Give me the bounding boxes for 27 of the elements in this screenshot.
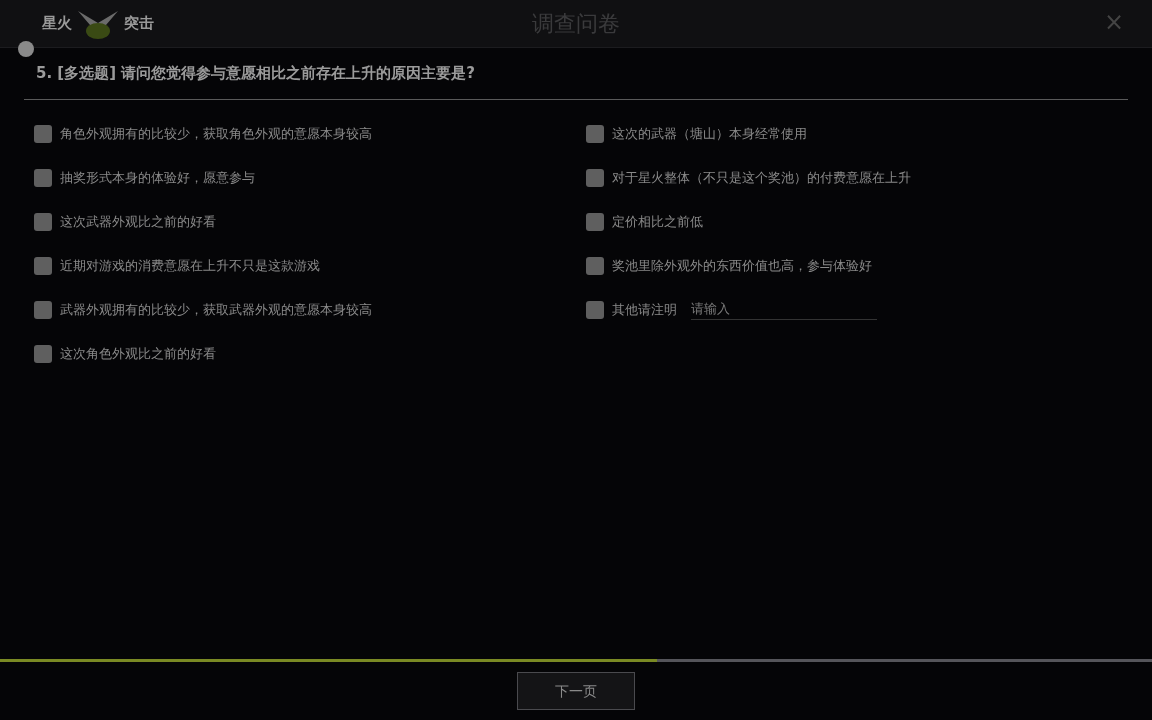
question-text: 5. [多选题] 请问您觉得参与意愿相比之前存在上升的原因主要是? (24, 48, 1128, 100)
checkbox[interactable] (586, 212, 604, 231)
option-label: 武器外观拥有的比较少，获取武器外观的意愿本身较高 (60, 300, 372, 319)
option-label: 这次武器外观比之前的好看 (60, 212, 216, 231)
option-label: 这次的武器（塘山）本身经常使用 (612, 124, 807, 143)
checkbox[interactable] (586, 124, 604, 143)
input-field[interactable]: 请输入 (691, 299, 877, 320)
checkbox[interactable] (586, 168, 604, 187)
option-label: 角色外观拥有的比较少，获取角色外观的意愿本身较高 (60, 124, 372, 143)
checkbox[interactable] (34, 344, 52, 363)
option-label: 其他请注明 (612, 300, 677, 319)
option-label: 定价相比之前低 (612, 212, 703, 231)
checkbox[interactable] (34, 300, 52, 319)
checkbox[interactable] (586, 300, 604, 319)
logo-text: 突击 (124, 13, 154, 35)
option-label: 这次角色外观比之前的好看 (60, 344, 216, 363)
next-button[interactable]: 下一页 (517, 672, 635, 710)
checkbox[interactable] (34, 124, 52, 143)
checkbox[interactable] (34, 212, 52, 231)
checkbox[interactable] (586, 256, 604, 275)
logo-text: 星火 (42, 13, 72, 35)
option-label: 对于星火整体（不只是这个奖池）的付费意愿在上升 (612, 168, 911, 187)
checkbox[interactable] (34, 168, 52, 187)
option-label: 近期对游戏的消费意愿在上升不只是这款游戏 (60, 256, 320, 275)
option-label: 抽奖形式本身的体验好，愿意参与 (60, 168, 255, 187)
checkbox[interactable] (34, 256, 52, 275)
option-label: 奖池里除外观外的东西价值也高，参与体验好 (612, 256, 872, 275)
